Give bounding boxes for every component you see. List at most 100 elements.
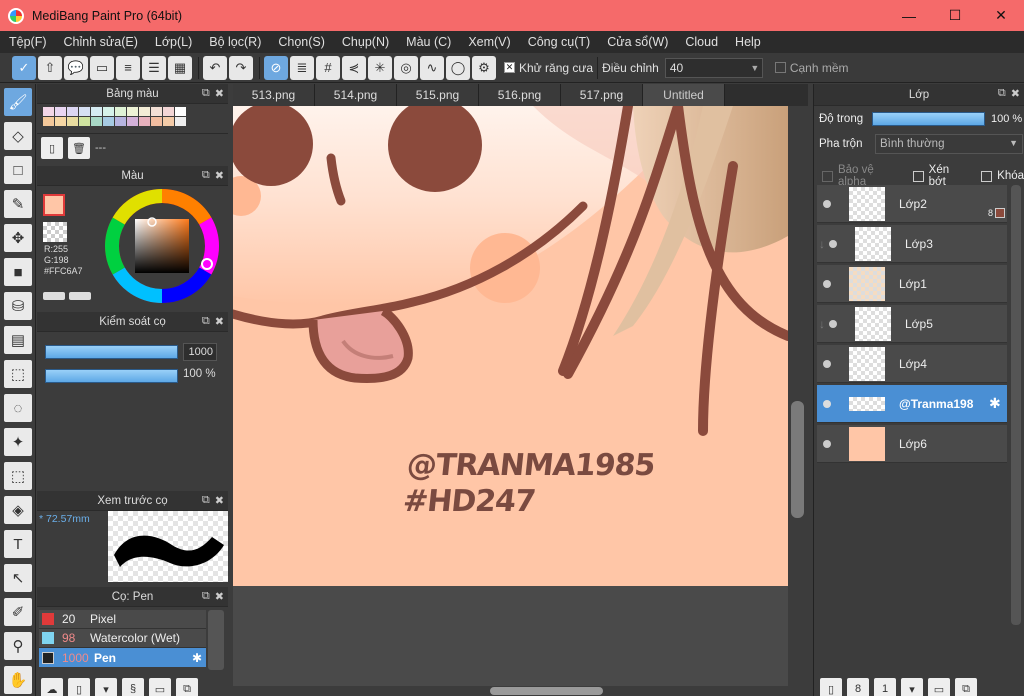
upload-icon[interactable]: ⇧ [38, 55, 62, 80]
color-wheel[interactable] [102, 186, 222, 306]
list-icon[interactable]: ☰ [142, 55, 166, 80]
scrollbar-thumb[interactable] [1011, 185, 1021, 625]
parallel-snap-icon[interactable]: ≣ [290, 55, 314, 80]
swatch[interactable] [175, 107, 186, 116]
soft-edge-checkbox[interactable] [774, 62, 786, 73]
close-icon[interactable]: ✖ [215, 590, 224, 603]
snap-settings-gear-icon[interactable]: ⚙ [472, 55, 496, 80]
swatch[interactable] [79, 117, 90, 126]
duplicate-layer-icon[interactable]: ⧉ [955, 678, 977, 696]
cloud-check-icon[interactable]: ✓ [12, 55, 36, 80]
select-tool-icon[interactable]: ⬚ [4, 360, 32, 388]
folder-icon[interactable]: ▭ [928, 678, 950, 696]
select-pen-tool-icon[interactable]: ⬚ [4, 462, 32, 490]
visibility-eye-icon[interactable] [823, 439, 831, 448]
menu-filter[interactable]: Bộ lọc(R) [200, 35, 269, 49]
eraser-tool-icon[interactable]: ◇ [4, 122, 32, 150]
swatch[interactable] [67, 107, 78, 116]
visibility-eye-icon[interactable] [829, 319, 837, 328]
trash-icon[interactable]: 🗑 [68, 137, 90, 159]
popout-icon[interactable]: ⧉ [202, 590, 210, 603]
text-tool-icon[interactable]: T [4, 530, 32, 558]
correction-select[interactable]: 40 ▼ [664, 57, 763, 78]
layer-opacity-slider[interactable] [872, 112, 985, 126]
undo-icon[interactable]: ↶ [203, 55, 227, 80]
popout-icon[interactable]: ⧉ [202, 494, 210, 507]
popout-icon[interactable]: ⧉ [202, 87, 210, 100]
close-button[interactable]: ✕ [978, 0, 1024, 31]
document-icon[interactable]: ≡ [116, 55, 140, 80]
minimize-button[interactable]: — [886, 0, 932, 31]
swatch[interactable] [151, 107, 162, 116]
folder-icon[interactable]: ▭ [149, 678, 171, 696]
magic-wand-tool-icon[interactable]: ✦ [4, 428, 32, 456]
move-tool-icon[interactable]: ✥ [4, 224, 32, 252]
visibility-eye-icon[interactable] [823, 399, 831, 408]
swatch[interactable] [175, 117, 186, 126]
swatch[interactable] [67, 117, 78, 126]
chat-icon[interactable]: ▭ [90, 55, 114, 80]
menu-window[interactable]: Cửa sổ(W) [598, 35, 676, 49]
close-icon[interactable]: ✖ [1011, 87, 1020, 100]
menu-snap[interactable]: Chụp(N) [333, 35, 397, 49]
visibility-eye-icon[interactable] [829, 239, 837, 248]
layer-row[interactable]: Lớp2 8 [817, 185, 1007, 223]
antialias-checkbox[interactable]: ✕ [504, 62, 515, 73]
grid-list-icon[interactable]: ▦ [168, 55, 192, 80]
brush-opacity-slider[interactable] [45, 369, 178, 383]
menu-cloud[interactable]: Cloud [676, 35, 726, 49]
layer-row[interactable]: ↓ Lớp3 [817, 225, 1007, 263]
menu-tools[interactable]: Công cụ(T) [519, 35, 599, 49]
brush-tool-icon[interactable]: 🖌 [4, 88, 32, 116]
divide-tool-icon[interactable]: ✐ [4, 598, 32, 626]
clipping-checkbox[interactable] [912, 170, 924, 182]
comment-icon[interactable]: 💬 [64, 55, 88, 80]
brush-property-icon[interactable]: § [122, 678, 144, 696]
layer-row[interactable]: Lớp4 [817, 345, 1007, 383]
swatch[interactable] [79, 107, 90, 116]
select-eraser-tool-icon[interactable]: ◈ [4, 496, 32, 524]
visibility-eye-icon[interactable] [823, 199, 831, 208]
shape-tool-icon[interactable]: □ [4, 156, 32, 184]
add-brush-dropdown-icon[interactable]: ▾ [95, 678, 117, 696]
snap-off-icon[interactable]: ⊘ [264, 55, 288, 80]
grid-snap-icon[interactable]: # [316, 55, 340, 80]
menu-view[interactable]: Xem(V) [459, 35, 518, 49]
concentric-snap-icon[interactable]: ◎ [394, 55, 418, 80]
tab-516[interactable]: 516.png [479, 84, 561, 106]
swatch[interactable] [139, 107, 150, 116]
canvas-vertical-scrollbar[interactable] [789, 106, 808, 686]
curve-snap-icon[interactable]: ∿ [420, 55, 444, 80]
popout-icon[interactable]: ⧉ [202, 169, 210, 182]
visibility-eye-icon[interactable] [823, 359, 831, 368]
swatch[interactable] [91, 117, 102, 126]
gradient-tool-icon[interactable]: ▤ [4, 326, 32, 354]
brush-settings-gear-icon[interactable]: ✱ [192, 651, 202, 665]
swatch[interactable] [139, 117, 150, 126]
protect-alpha-checkbox[interactable] [822, 170, 833, 182]
circle-snap-icon[interactable]: ◯ [446, 55, 470, 80]
swatch[interactable] [103, 107, 114, 116]
popout-icon[interactable]: ⧉ [202, 315, 210, 328]
lock-checkbox[interactable] [981, 170, 993, 182]
eyedropper-tool-icon[interactable]: ⚲ [4, 632, 32, 660]
popout-icon[interactable]: ⧉ [998, 87, 1006, 100]
add-layer-dropdown-icon[interactable]: ▾ [901, 678, 923, 696]
close-icon[interactable]: ✖ [215, 315, 224, 328]
close-icon[interactable]: ✖ [215, 169, 224, 182]
swatch[interactable] [103, 117, 114, 126]
add-brush-icon[interactable]: ▯ [68, 678, 90, 696]
color-mode-button[interactable] [43, 292, 65, 300]
layer-row[interactable]: Lớp6 [817, 425, 1007, 463]
layer-row-selected[interactable]: @Tranma198 ✱ [817, 385, 1007, 423]
swatch[interactable] [127, 117, 138, 126]
fill-rect-tool-icon[interactable]: ■ [4, 258, 32, 286]
layer-settings-gear-icon[interactable]: ✱ [989, 395, 1001, 412]
menu-file[interactable]: Tệp(F) [0, 35, 55, 49]
tab-513[interactable]: 513.png [233, 84, 315, 106]
new-layer-icon[interactable]: ▯ [820, 678, 842, 696]
swatch[interactable] [163, 107, 174, 116]
scrollbar-thumb[interactable] [791, 401, 804, 518]
menu-color[interactable]: Màu (C) [397, 35, 459, 49]
swatch[interactable] [43, 117, 54, 126]
